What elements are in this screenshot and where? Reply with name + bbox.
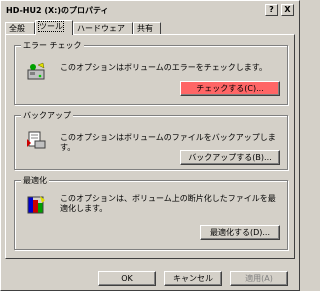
backup-icon xyxy=(27,131,46,149)
error-check-description: このオプションはボリュームのエラーをチェックします。 xyxy=(60,63,267,72)
defrag-now-button[interactable]: 最適化する(D)... xyxy=(200,225,280,240)
defrag-title: 最適化 xyxy=(21,175,49,186)
apply-button[interactable]: 適用(A) xyxy=(230,271,288,286)
close-icon: X xyxy=(284,5,291,14)
tab-sharing[interactable]: 共有 xyxy=(133,22,161,34)
window-title: HD-HU2 (X:)のプロパティ xyxy=(6,6,109,15)
tab-hardware[interactable]: ハードウェア xyxy=(73,22,133,34)
backup-now-button[interactable]: バックアップする(B)... xyxy=(180,150,280,165)
defrag-icon xyxy=(27,196,45,214)
tools-panel: エラー チェック このオプションはボリュームのエラーをチェックします。 チェック… xyxy=(5,34,295,259)
defrag-group: 最適化 このオプションは、ボリューム上の断片化したファイルを最適化します。 最適… xyxy=(14,175,288,250)
disk-check-icon xyxy=(27,62,45,80)
help-icon: ? xyxy=(269,5,274,14)
tab-tools[interactable]: ツール xyxy=(35,20,73,35)
ok-button[interactable]: OK xyxy=(98,271,156,286)
tab-general[interactable]: 全般 xyxy=(5,22,35,34)
properties-dialog: HD-HU2 (X:)のプロパティ ? X 全般 ツール ハードウェア 共有 エ… xyxy=(0,0,300,291)
backup-group: バックアップ このオプションはボリュームのファイルをバックアップします。 バック… xyxy=(14,110,288,170)
help-button[interactable]: ? xyxy=(265,4,278,16)
defrag-description: このオプションは、ボリューム上の断片化したファイルを最適化します。 xyxy=(60,194,276,213)
check-now-button[interactable]: チェックする(C)... xyxy=(180,81,280,96)
cancel-button[interactable]: キャンセル xyxy=(164,271,222,286)
backup-title: バックアップ xyxy=(21,110,73,121)
error-check-group: エラー チェック このオプションはボリュームのエラーをチェックします。 チェック… xyxy=(14,40,288,105)
title-bar: HD-HU2 (X:)のプロパティ ? X xyxy=(3,3,297,18)
error-check-title: エラー チェック xyxy=(21,40,84,51)
close-button[interactable]: X xyxy=(281,4,294,16)
